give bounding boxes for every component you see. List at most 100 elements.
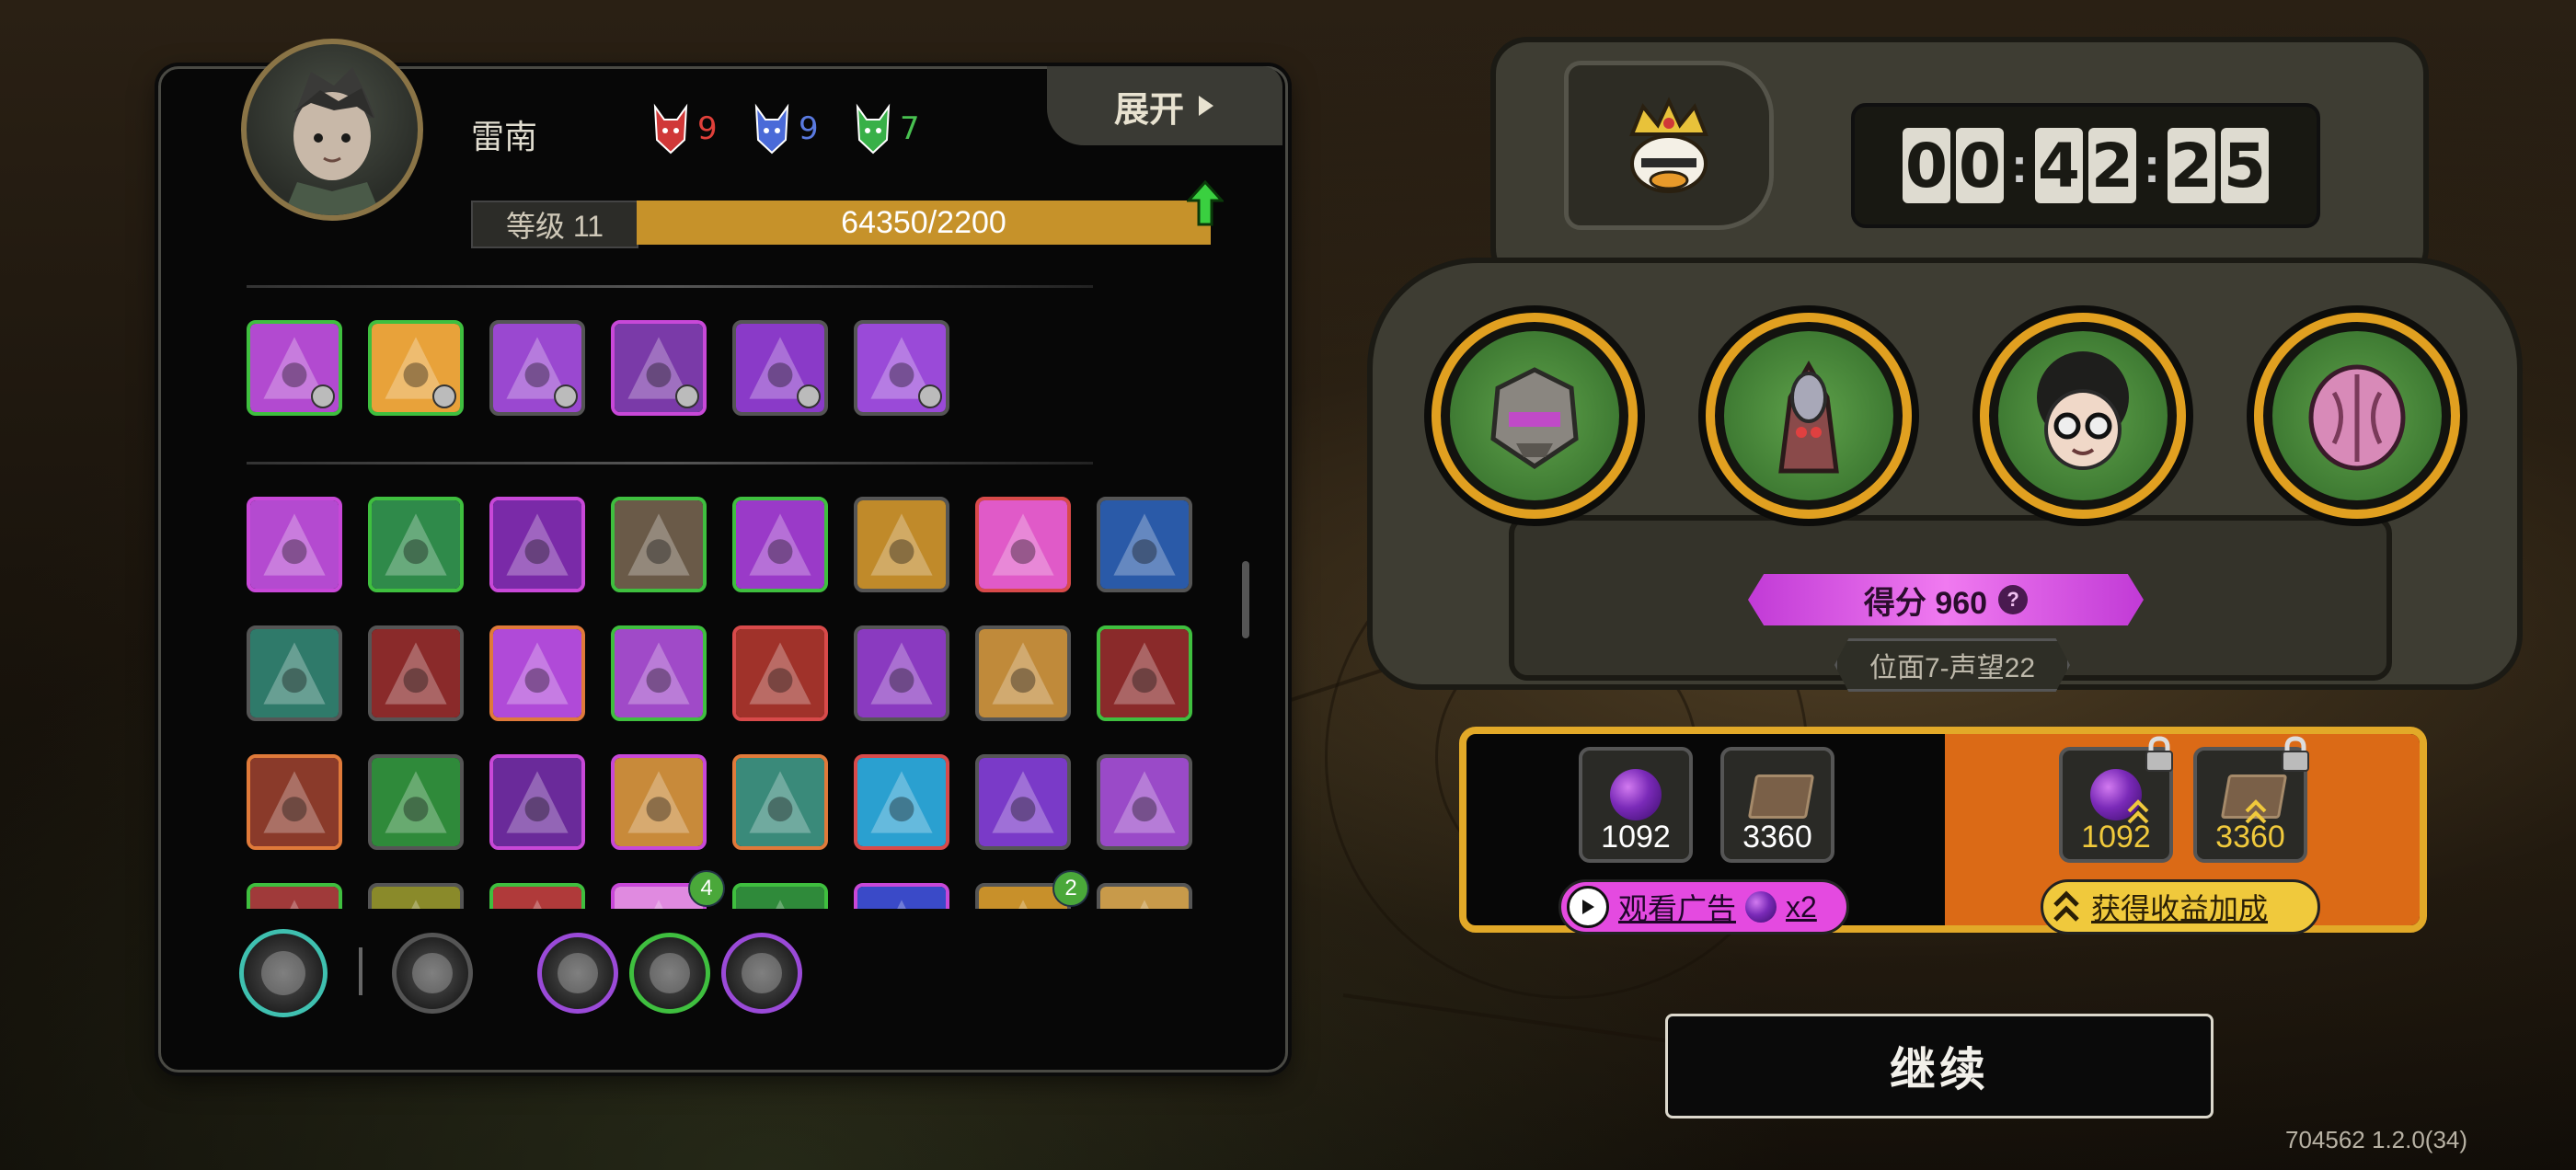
watch-ad-multiplier: x2 (1786, 889, 1817, 923)
purple-eye-icon (493, 629, 581, 717)
lock-icon (2282, 736, 2309, 772)
watch-ad-button[interactable]: 观看广告 x2 (1558, 879, 1849, 935)
skill-slot[interactable] (247, 754, 342, 850)
watch-ad-label: 观看广告 (1618, 892, 1737, 925)
golden-bird-relic-icon (742, 953, 782, 993)
timer-colon: : (2011, 138, 2028, 193)
skill-slot[interactable] (368, 625, 464, 721)
skill-slot[interactable] (854, 754, 949, 850)
skill-slot[interactable] (611, 625, 707, 721)
grey-triangle-relic-button[interactable] (629, 933, 710, 1014)
skill-grid-scrollbar[interactable] (1242, 561, 1249, 638)
timer-digit: 2 (2088, 128, 2136, 203)
timer-digit: 0 (1956, 128, 2005, 203)
skill-slot[interactable] (975, 625, 1071, 721)
skill-slot[interactable] (1097, 754, 1192, 850)
bonus-orb-count: 1092 (2081, 820, 2151, 855)
purple-fang-icon (493, 500, 581, 589)
skill-slot[interactable] (247, 497, 342, 592)
pink-brain-creature-icon (2308, 364, 2406, 471)
version-label: 704562 1.2.0(34) (2285, 1126, 2468, 1153)
green-spikes-icon (372, 758, 460, 846)
double-chevron-up-icon (2053, 890, 2079, 922)
skill-slot[interactable] (368, 497, 464, 592)
bottom-separator (359, 947, 362, 995)
skill-slot[interactable] (611, 754, 707, 850)
pink-warning-triangle-icon (250, 500, 339, 589)
trap-cage-icon (736, 758, 824, 846)
lightning-eye-icon (1100, 500, 1189, 589)
reward-book-item: 3360 (1720, 747, 1834, 863)
skill-slot[interactable] (732, 625, 828, 721)
team-member-2[interactable] (1698, 305, 1919, 526)
skill-slot[interactable] (854, 625, 949, 721)
pink-potion-button[interactable] (239, 929, 328, 1017)
skill-slot[interactable] (489, 625, 585, 721)
green-diamond-icon (372, 500, 460, 589)
red-flame-icon (493, 887, 581, 909)
green-check-relic-button[interactable] (537, 933, 618, 1014)
skill-slot[interactable] (975, 497, 1071, 592)
get-bonus-button[interactable]: 获得收益加成 (2041, 879, 2320, 935)
skill-slot[interactable] (489, 754, 585, 850)
skill-slot[interactable] (489, 883, 585, 909)
skill-slot[interactable] (489, 497, 585, 592)
crown-duck-badge[interactable] (1564, 61, 1774, 230)
skill-slot[interactable] (854, 497, 949, 592)
golden-slash-icon (736, 629, 824, 717)
purple-feather-icon (1100, 758, 1189, 846)
timer-digit: 5 (2220, 128, 2269, 203)
get-bonus-label: 获得收益加成 (2091, 892, 2269, 925)
blue-spider-icon (857, 887, 946, 909)
skill-slot[interactable] (854, 883, 949, 909)
skill-slot[interactable] (611, 497, 707, 592)
team-member-3[interactable] (1972, 305, 2193, 526)
stack-count-badge: 2 (1052, 870, 1089, 907)
reward-book-count: 3360 (1742, 820, 1812, 855)
play-icon (1567, 886, 1609, 928)
team-member-1[interactable] (1424, 305, 1645, 526)
skill-slot[interactable] (247, 625, 342, 721)
stack-count-badge: 4 (688, 870, 725, 907)
skill-slot[interactable] (975, 754, 1071, 850)
skill-slot[interactable] (1097, 625, 1192, 721)
red-talisman-button[interactable] (392, 933, 473, 1014)
timer-colon: : (2144, 138, 2160, 193)
skill-slot[interactable] (732, 883, 828, 909)
arrow-slash-icon (736, 500, 824, 589)
green-check-relic-icon (558, 953, 598, 993)
red-talisman-icon (412, 953, 453, 993)
continue-button[interactable]: 继续 (1665, 1014, 2214, 1118)
skill-slot[interactable] (247, 883, 342, 909)
skill-slot[interactable] (732, 497, 828, 592)
golden-bird-relic-button[interactable] (721, 933, 802, 1014)
crowned-duck-icon (1629, 97, 1708, 193)
purple-demon-icon (493, 758, 581, 846)
purple-orb-icon (1745, 891, 1777, 923)
armored-robot-head-icon (1490, 367, 1579, 470)
purple-orb-icon (1610, 769, 1662, 820)
skill-slot[interactable] (1097, 883, 1192, 909)
spiral-vortex-icon (615, 500, 703, 589)
timer-digit: 4 (2035, 128, 2083, 203)
plane-reputation-label: 位面7-声望22 (1834, 638, 2070, 692)
book-icon (1747, 774, 1815, 819)
afro-glasses-face-icon (2037, 351, 2129, 470)
skill-slot[interactable] (1097, 497, 1192, 592)
team-member-4[interactable] (2247, 305, 2467, 526)
reward-orb-item: 1092 (1579, 747, 1693, 863)
orange-vortex-icon (615, 758, 703, 846)
teal-wave-icon (250, 629, 339, 717)
skill-slot[interactable] (732, 754, 828, 850)
green-leaf-icon (736, 887, 824, 909)
reward-orb-count: 1092 (1601, 820, 1671, 855)
grey-triangle-relic-icon (650, 953, 690, 993)
golden-owl-icon (1100, 887, 1189, 909)
golden-obelisk-icon (857, 500, 946, 589)
red-claw-marks-icon (372, 629, 460, 717)
help-icon[interactable]: ? (1998, 585, 2029, 614)
purple-web-icon (615, 629, 703, 717)
skill-slot[interactable] (368, 754, 464, 850)
purple-spiky-creature-icon (979, 758, 1067, 846)
skill-slot[interactable] (368, 883, 464, 909)
